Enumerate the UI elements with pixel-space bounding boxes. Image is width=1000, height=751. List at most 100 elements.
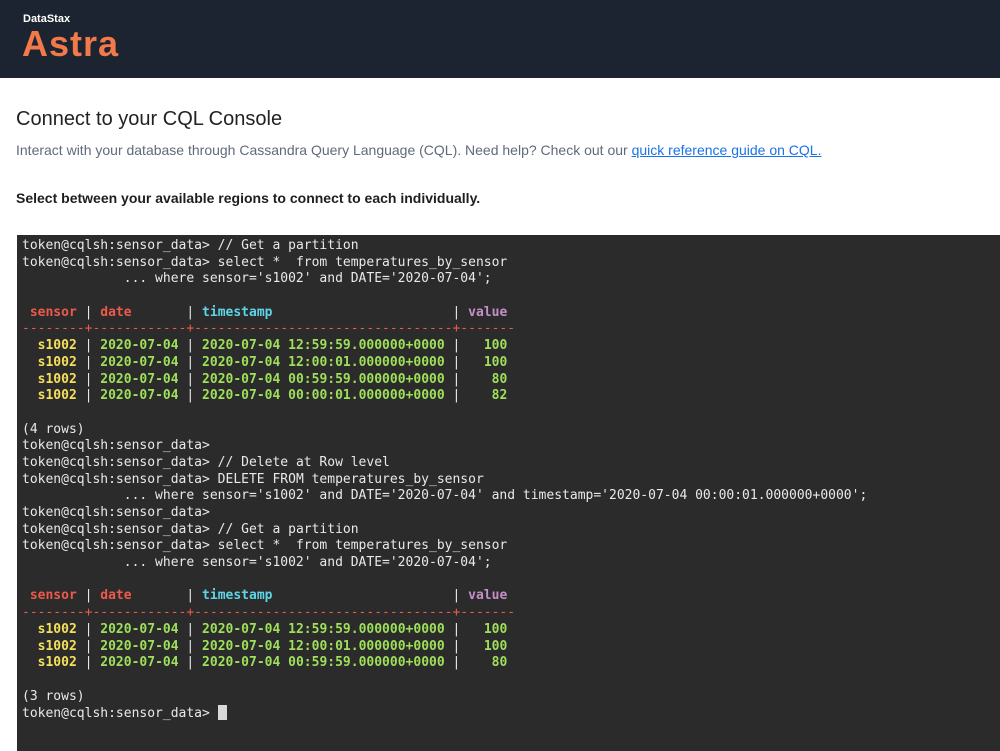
region-instructions: Select between your available regions to… <box>16 190 481 206</box>
cell-date: 2020-07-04 <box>100 621 179 637</box>
page-description: Interact with your database through Cass… <box>16 141 821 159</box>
cql-reference-link[interactable]: quick reference guide on CQL. <box>632 142 822 158</box>
header-rule-text: --------+------------+------------------… <box>22 605 516 621</box>
terminal-cursor[interactable] <box>217 705 227 721</box>
console-command-line: token@cqlsh:sensor_data> select * from t… <box>22 255 867 272</box>
column-header-value: value <box>468 588 508 604</box>
console-line-text: ... where sensor='s1002' and DATE='2020-… <box>22 271 492 287</box>
result-row: s1002 | 2020-07-04 | 2020-07-04 12:59:59… <box>22 622 867 639</box>
console-line-text: ... where sensor='s1002' and DATE='2020-… <box>22 555 492 571</box>
result-header-row: sensor | date | timestamp | value <box>22 305 867 322</box>
cell-sensor: s1002 <box>22 638 85 654</box>
console-line-text: ... where sensor='s1002' and DATE='2020-… <box>22 488 868 504</box>
console-command-line: token@cqlsh:sensor_data> // Get a partit… <box>22 238 867 255</box>
result-row: s1002 | 2020-07-04 | 2020-07-04 00:00:01… <box>22 388 867 405</box>
console-prompt: token@cqlsh:sensor_data> <box>22 521 218 537</box>
console-prompt: token@cqlsh:sensor_data> <box>22 471 218 487</box>
cell-sensor: s1002 <box>22 371 85 387</box>
console-prompt: token@cqlsh:sensor_data> <box>22 505 218 520</box>
column-separator: | <box>84 371 101 387</box>
console-prompt: token@cqlsh:sensor_data> <box>22 254 218 270</box>
console-output-line: (4 rows) <box>22 422 867 439</box>
column-separator: | <box>84 388 101 404</box>
column-separator: | <box>444 655 469 671</box>
column-separator: | <box>444 371 469 387</box>
column-separator: | <box>178 304 203 320</box>
result-header-rule: --------+------------+------------------… <box>22 605 867 622</box>
top-header-bar: DataStax Astra <box>0 0 1000 78</box>
column-separator: | <box>178 655 203 671</box>
column-separator: | <box>444 388 469 404</box>
console-prompt: token@cqlsh:sensor_data> <box>22 238 218 253</box>
column-separator: | <box>178 338 203 354</box>
terminal-output: token@cqlsh:sensor_data> // Get a partit… <box>22 238 867 722</box>
result-row: s1002 | 2020-07-04 | 2020-07-04 00:59:59… <box>22 372 867 389</box>
cell-timestamp: 2020-07-04 00:59:59.000000+0000 <box>202 371 445 387</box>
result-row: s1002 | 2020-07-04 | 2020-07-04 12:59:59… <box>22 338 867 355</box>
column-header-date: date <box>100 588 179 604</box>
column-separator: | <box>178 354 203 370</box>
column-header-sensor: sensor <box>29 588 85 604</box>
cell-value: 100 <box>468 338 508 354</box>
page-title: Connect to your CQL Console <box>16 108 283 130</box>
column-separator: | <box>84 655 101 671</box>
console-command-text: // Get a partition <box>217 238 359 253</box>
page-description-text: Interact with your database through Cass… <box>16 142 632 158</box>
header-rule-text: --------+------------+------------------… <box>22 321 516 337</box>
console-command-line: token@cqlsh:sensor_data> // Get a partit… <box>22 522 867 539</box>
column-separator: | <box>444 638 469 654</box>
console-command-text: DELETE FROM temperatures_by_sensor <box>217 471 484 487</box>
console-input-line: token@cqlsh:sensor_data> <box>22 705 867 722</box>
column-header-timestamp: timestamp <box>202 304 453 320</box>
astra-logo[interactable]: Astra <box>22 22 119 66</box>
column-separator: | <box>84 638 101 654</box>
column-separator: | <box>444 338 469 354</box>
console-command-text: // Get a partition <box>217 521 359 537</box>
console-command-line: token@cqlsh:sensor_data> select * from t… <box>22 538 867 555</box>
console-command-text: select * from temperatures_by_sensor <box>217 538 508 554</box>
console-continuation-line: ... where sensor='s1002' and DATE='2020-… <box>22 488 868 505</box>
cell-sensor: s1002 <box>22 388 85 404</box>
console-prompt: token@cqlsh:sensor_data> <box>22 538 218 554</box>
result-row: s1002 | 2020-07-04 | 2020-07-04 00:59:59… <box>22 655 867 672</box>
console-command-line: token@cqlsh:sensor_data> // Delete at Ro… <box>22 455 867 472</box>
cql-console-terminal[interactable]: token@cqlsh:sensor_data> // Get a partit… <box>17 235 1000 751</box>
column-separator: | <box>84 304 101 320</box>
console-prompt: token@cqlsh:sensor_data> <box>22 438 218 454</box>
console-continuation-line: ... where sensor='s1002' and DATE='2020-… <box>22 271 867 288</box>
column-separator: | <box>84 338 101 354</box>
result-row: s1002 | 2020-07-04 | 2020-07-04 12:00:01… <box>22 355 867 372</box>
console-command-text: // Delete at Row level <box>217 454 390 470</box>
result-row: s1002 | 2020-07-04 | 2020-07-04 12:00:01… <box>22 639 867 656</box>
cell-sensor: s1002 <box>22 621 85 637</box>
cell-timestamp: 2020-07-04 00:59:59.000000+0000 <box>202 655 445 671</box>
column-separator: | <box>452 588 469 604</box>
console-line-text: (4 rows) <box>22 421 85 437</box>
console-command-line: token@cqlsh:sensor_data> <box>22 505 867 522</box>
console-command-line: token@cqlsh:sensor_data> <box>22 438 867 455</box>
cell-value: 100 <box>468 354 508 370</box>
column-separator: | <box>444 354 469 370</box>
cell-value: 100 <box>468 638 508 654</box>
cell-date: 2020-07-04 <box>100 388 179 404</box>
cell-value: 80 <box>468 371 508 387</box>
cell-timestamp: 2020-07-04 12:59:59.000000+0000 <box>202 338 445 354</box>
console-command-text: select * from temperatures_by_sensor <box>217 254 508 270</box>
column-separator: | <box>178 371 203 387</box>
column-header-timestamp: timestamp <box>202 588 453 604</box>
column-separator: | <box>178 388 203 404</box>
cell-date: 2020-07-04 <box>100 655 179 671</box>
column-separator: | <box>178 638 203 654</box>
cell-value: 100 <box>468 621 508 637</box>
cell-timestamp: 2020-07-04 12:00:01.000000+0000 <box>202 354 445 370</box>
column-separator: | <box>452 304 469 320</box>
column-header-date: date <box>100 304 179 320</box>
column-header-sensor: sensor <box>29 304 85 320</box>
column-separator: | <box>84 354 101 370</box>
console-continuation-line: ... where sensor='s1002' and DATE='2020-… <box>22 555 867 572</box>
cell-date: 2020-07-04 <box>100 371 179 387</box>
cell-sensor: s1002 <box>22 338 85 354</box>
console-line-text: (3 rows) <box>22 688 85 704</box>
